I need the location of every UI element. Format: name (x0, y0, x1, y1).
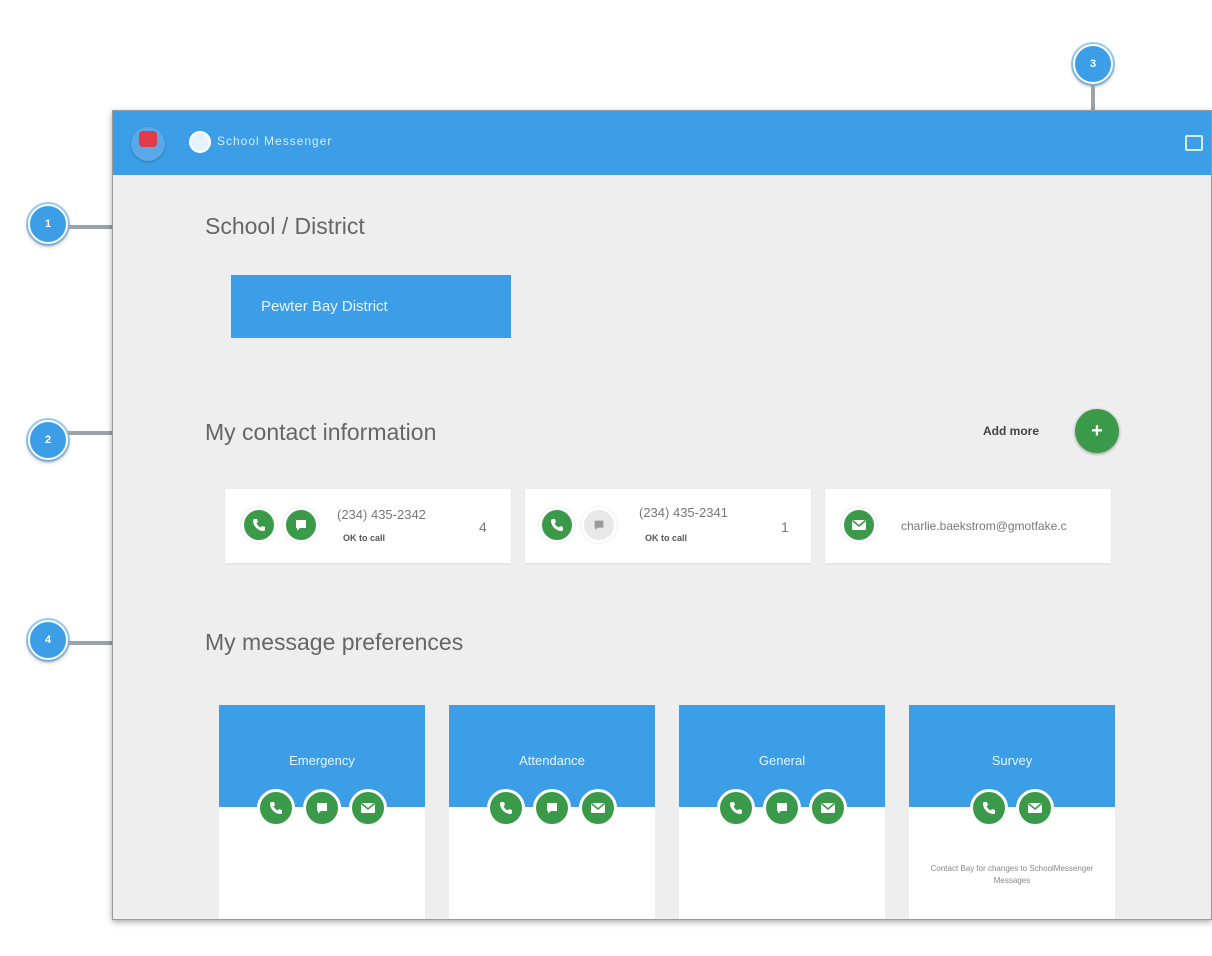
sms-icon[interactable] (533, 789, 571, 827)
phone-icon[interactable] (717, 789, 755, 827)
pref-card-note: Contact Bay for changes to SchoolMesseng… (930, 864, 1094, 885)
phone-icon[interactable] (970, 789, 1008, 827)
phone-icon[interactable] (241, 507, 277, 543)
pref-card-title: Emergency (289, 753, 355, 768)
phone-icon[interactable] (257, 789, 295, 827)
contact-card-phone-2[interactable]: (234) 435-2341 OK to call 1 (525, 489, 811, 563)
email-icon[interactable] (841, 507, 877, 543)
email-icon[interactable] (809, 789, 847, 827)
app-title: School Messenger (217, 134, 333, 148)
pref-card-title: Attendance (519, 753, 585, 768)
pref-card-title: General (758, 753, 806, 768)
app-window: School Messenger School / District Pewte… (112, 110, 1212, 920)
contact-count: 4 (479, 519, 487, 535)
pref-card-attendance[interactable]: Attendance (449, 705, 655, 919)
sms-icon[interactable] (763, 789, 801, 827)
add-more-label[interactable]: Add more (983, 424, 1039, 438)
contact-phone-number: (234) 435-2342 (337, 507, 426, 522)
top-bar: School Messenger (113, 111, 1211, 175)
section-title-school-district: School / District (205, 213, 365, 239)
pref-card-emergency[interactable]: Emergency (219, 705, 425, 919)
callout-3: 3 (1071, 42, 1115, 86)
app-logo-icon[interactable] (131, 127, 165, 161)
email-icon[interactable] (1016, 789, 1054, 827)
phone-icon[interactable] (539, 507, 575, 543)
sms-icon[interactable] (283, 507, 319, 543)
contact-card-phone-1[interactable]: (234) 435-2342 OK to call 4 (225, 489, 511, 563)
section-title-message-prefs: My message preferences (205, 629, 464, 655)
callout-2: 2 (26, 418, 70, 462)
menu-icon[interactable] (1185, 135, 1203, 151)
district-button[interactable]: Pewter Bay District (231, 275, 511, 338)
contact-phone-number: (234) 435-2341 (639, 505, 728, 520)
callout-1: 1 (26, 202, 70, 246)
callout-4: 4 (26, 618, 70, 662)
contact-status: OK to call (645, 533, 688, 543)
contact-card-email[interactable]: charlie.baekstrom@gmotfake.c (825, 489, 1111, 563)
add-more-button[interactable]: + (1075, 409, 1119, 453)
email-icon[interactable] (349, 789, 387, 827)
section-title-contact-info: My contact information (205, 419, 437, 445)
sms-icon[interactable] (303, 789, 341, 827)
pref-card-general[interactable]: General (679, 705, 885, 919)
pref-card-survey[interactable]: Survey Contact Bay for changes to School… (909, 705, 1115, 919)
email-icon[interactable] (579, 789, 617, 827)
pref-card-title: Survey (991, 753, 1033, 768)
sms-disabled-icon[interactable] (581, 507, 617, 543)
brand-icon (189, 131, 211, 153)
contact-count: 1 (781, 519, 789, 535)
phone-icon[interactable] (487, 789, 525, 827)
contact-email-address: charlie.baekstrom@gmotfake.c (901, 519, 1067, 533)
contact-status: OK to call (343, 533, 386, 543)
